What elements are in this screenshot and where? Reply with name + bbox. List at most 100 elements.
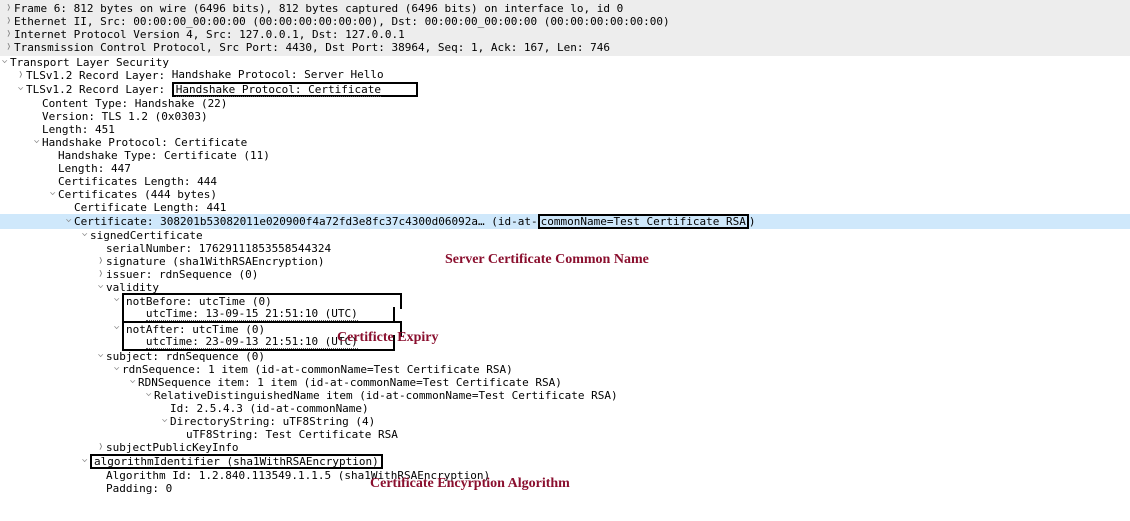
certs-label: Certificates (444 bytes) [58, 188, 217, 202]
tls-row[interactable]: Transport Layer Security [0, 56, 1130, 69]
notbefore-utc: utcTime: 13-09-15 21:51:10 (UTC) [146, 307, 358, 321]
rdn-rel-row[interactable]: RelativeDistinguishedName item (id-at-co… [0, 389, 1130, 402]
ip-summary: Internet Protocol Version 4, Src: 127.0.… [14, 28, 405, 42]
signed-cert-label: signedCertificate [90, 229, 203, 243]
tls-length: Length: 451 [42, 123, 115, 137]
issuer: issuer: rdnSequence (0) [106, 268, 258, 282]
dirstring: DirectoryString: uTF8String (4) [170, 415, 375, 429]
rdnitem-row[interactable]: RDNSequence item: 1 item (id-at-commonNa… [0, 376, 1130, 389]
chevron-right-icon[interactable] [16, 70, 26, 81]
annotation-algorithm: Certificate Encyrption Algorithm [370, 475, 570, 493]
cert-length: Certificate Length: 441 [74, 201, 226, 215]
tls-version-row[interactable]: Version: TLS 1.2 (0x0303) [0, 110, 1130, 123]
chevron-down-icon[interactable] [80, 230, 90, 241]
chevron-right-icon[interactable] [96, 442, 106, 453]
spki-row[interactable]: subjectPublicKeyInfo [0, 441, 1130, 454]
header-rows: Frame 6: 812 bytes on wire (6496 bits), … [0, 0, 1130, 56]
ip-row[interactable]: Internet Protocol Version 4, Src: 127.0.… [4, 28, 1126, 41]
chevron-right-icon[interactable] [96, 269, 106, 280]
certs-length: Certificates Length: 444 [58, 175, 217, 189]
tcp-row[interactable]: Transmission Control Protocol, Src Port:… [4, 41, 1126, 54]
tls-rec2-prefix: TLSv1.2 Record Layer: [26, 83, 172, 97]
tls-rec1-row[interactable]: TLSv1.2 Record Layer: Handshake Protocol… [0, 69, 1130, 82]
tls-rec2-row[interactable]: TLSv1.2 Record Layer: Handshake Protocol… [0, 82, 1130, 97]
handshake-cert-box: Handshake Protocol: Certificate [172, 82, 418, 97]
chevron-down-icon[interactable] [160, 416, 170, 427]
tls-length-row[interactable]: Length: 451 [0, 123, 1130, 136]
tls-label: Transport Layer Security [10, 56, 169, 70]
notafter-row[interactable]: notAfter: utcTime (0) [0, 322, 1130, 336]
certs-row[interactable]: Certificates (444 bytes) [0, 188, 1130, 201]
ethernet-row[interactable]: Ethernet II, Src: 00:00:00_00:00:00 (00:… [4, 15, 1126, 28]
chevron-down-icon[interactable] [144, 390, 154, 401]
tls-rec1-prefix: TLSv1.2 Record Layer: [26, 69, 172, 83]
signed-cert-row[interactable]: signedCertificate [0, 229, 1130, 242]
tcp-summary: Transmission Control Protocol, Src Port:… [14, 41, 610, 55]
handshake-type: Handshake Type: Certificate (11) [58, 149, 270, 163]
issuer-row[interactable]: issuer: rdnSequence (0) [0, 268, 1130, 281]
chevron-down-icon[interactable] [64, 216, 74, 227]
notafter-utc-row[interactable]: utcTime: 23-09-13 21:51:10 (UTC) [0, 336, 1130, 350]
frame-summary: Frame 6: 812 bytes on wire (6496 bits), … [14, 2, 623, 16]
algid: algorithmIdentifier (sha1WithRSAEncrypti… [94, 455, 379, 468]
frame-row[interactable]: Frame 6: 812 bytes on wire (6496 bits), … [4, 2, 1126, 15]
handshake-type-row[interactable]: Handshake Type: Certificate (11) [0, 149, 1130, 162]
tls-rec2-text: Handshake Protocol: Certificate [176, 83, 381, 97]
algorithm-box: algorithmIdentifier (sha1WithRSAEncrypti… [90, 454, 383, 469]
handshake-length-row[interactable]: Length: 447 [0, 162, 1130, 175]
rdn-id-row[interactable]: Id: 2.5.4.3 (id-at-commonName) [0, 402, 1130, 415]
chevron-down-icon[interactable] [16, 84, 26, 95]
chevron-right-icon[interactable] [4, 42, 14, 53]
tls-version: Version: TLS 1.2 (0x0303) [42, 110, 208, 124]
content-type: Content Type: Handshake (22) [42, 97, 227, 111]
cert-cn: commonName=Test Certificate RSA [541, 215, 746, 228]
chevron-right-icon[interactable] [4, 29, 14, 40]
packet-details-panel: Frame 6: 812 bytes on wire (6496 bits), … [0, 0, 1130, 495]
subject-row[interactable]: subject: rdnSequence (0) [0, 350, 1130, 363]
tls-rec1-link: Handshake Protocol: Server Hello [172, 68, 384, 83]
annotation-common-name: Server Certificate Common Name [445, 251, 649, 269]
certs-length-row[interactable]: Certificates Length: 444 [0, 175, 1130, 188]
ethernet-summary: Ethernet II, Src: 00:00:00_00:00:00 (00:… [14, 15, 670, 29]
common-name-box: commonName=Test Certificate RSA [538, 214, 749, 229]
cert-prefix: Certificate: 308201b53082011e020900f4a72… [74, 215, 538, 229]
notbefore-utc-row[interactable]: utcTime: 13-09-15 21:51:10 (UTC) [0, 308, 1130, 322]
chevron-down-icon[interactable] [112, 364, 122, 375]
validity-row[interactable]: validity [0, 281, 1130, 294]
chevron-down-icon[interactable] [128, 377, 138, 388]
cert-suffix: ) [749, 215, 756, 229]
cert-length-row[interactable]: Certificate Length: 441 [0, 201, 1130, 214]
notafter-utc: utcTime: 23-09-13 21:51:10 (UTC) [146, 335, 358, 349]
chevron-down-icon[interactable] [48, 189, 58, 200]
dirstring-row[interactable]: DirectoryString: uTF8String (4) [0, 415, 1130, 428]
rdnseq-row[interactable]: rdnSequence: 1 item (id-at-commonName=Te… [0, 363, 1130, 376]
padding: Padding: 0 [106, 482, 172, 496]
spki: subjectPublicKeyInfo [106, 441, 238, 455]
chevron-right-icon[interactable] [4, 3, 14, 14]
utf8-row[interactable]: uTF8String: Test Certificate RSA [0, 428, 1130, 441]
handshake-length: Length: 447 [58, 162, 131, 176]
chevron-right-icon[interactable] [96, 256, 106, 267]
annotation-expiry: Certificte Expiry [337, 329, 438, 347]
chevron-down-icon[interactable] [96, 282, 106, 293]
chevron-right-icon[interactable] [4, 16, 14, 27]
subject: subject: rdnSequence (0) [106, 350, 265, 364]
rdnitem: RDNSequence item: 1 item (id-at-commonNa… [138, 376, 562, 390]
handshake-label: Handshake Protocol: Certificate [42, 136, 247, 150]
chevron-down-icon[interactable] [80, 456, 90, 467]
certificate-row[interactable]: Certificate: 308201b53082011e020900f4a72… [0, 214, 1130, 229]
handshake-row[interactable]: Handshake Protocol: Certificate [0, 136, 1130, 149]
serial: serialNumber: 17629111853558544324 [106, 242, 331, 256]
rdn-rel: RelativeDistinguishedName item (id-at-co… [154, 389, 618, 403]
algid-row[interactable]: algorithmIdentifier (sha1WithRSAEncrypti… [0, 454, 1130, 469]
chevron-down-icon[interactable] [0, 57, 10, 68]
signature: signature (sha1WithRSAEncryption) [106, 255, 325, 269]
content-type-row[interactable]: Content Type: Handshake (22) [0, 97, 1130, 110]
chevron-down-icon[interactable] [32, 137, 42, 148]
rdnseq: rdnSequence: 1 item (id-at-commonName=Te… [122, 363, 513, 377]
chevron-down-icon[interactable] [112, 295, 122, 306]
chevron-down-icon[interactable] [112, 323, 122, 334]
chevron-down-icon[interactable] [96, 351, 106, 362]
utf8: uTF8String: Test Certificate RSA [186, 428, 398, 442]
notbefore-row[interactable]: notBefore: utcTime (0) [0, 294, 1130, 308]
